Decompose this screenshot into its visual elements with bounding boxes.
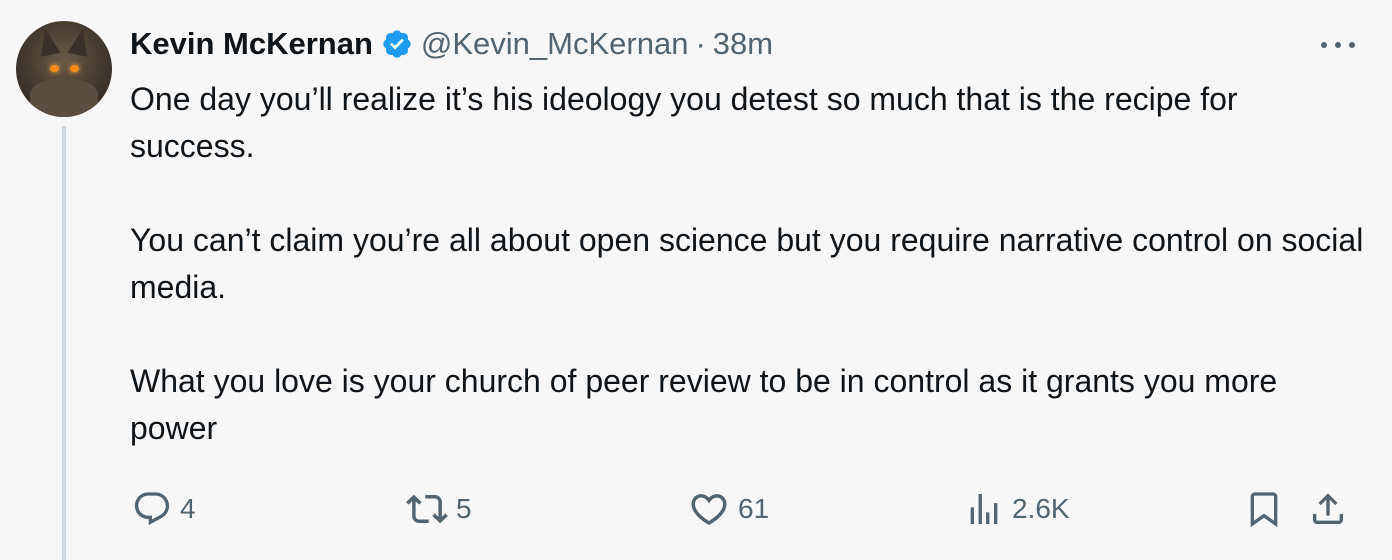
views-count: 2.6K <box>1012 493 1070 524</box>
more-icon[interactable] <box>1316 30 1360 60</box>
verified-badge-icon <box>383 30 411 58</box>
share-button[interactable] <box>1308 484 1348 534</box>
like-count: 61 <box>738 493 770 524</box>
author-name[interactable]: Kevin McKernan <box>130 26 373 62</box>
reply-icon <box>134 492 170 526</box>
tweet-header: Kevin McKernan @Kevin_McKernan · 38m <box>130 24 773 64</box>
repost-icon <box>406 494 448 524</box>
tweet-paragraph: What you love is your church of peer rev… <box>130 363 1278 446</box>
reply-count: 4 <box>180 493 196 524</box>
author-handle[interactable]: @Kevin_McKernan <box>421 26 689 62</box>
reply-button[interactable]: 4 <box>132 484 196 534</box>
like-button[interactable]: 61 <box>688 484 769 534</box>
repost-button[interactable]: 5 <box>406 484 472 534</box>
avatar[interactable] <box>16 21 112 117</box>
tweet-paragraph: One day you’ll realize it’s his ideology… <box>130 81 1238 164</box>
views-button[interactable]: 2.6K <box>964 484 1070 534</box>
tweet-paragraph: You can’t claim you’re all about open sc… <box>130 222 1364 305</box>
share-icon <box>1313 493 1343 524</box>
bookmark-button[interactable] <box>1244 484 1284 534</box>
separator-dot: · <box>695 26 706 61</box>
thread-line <box>62 126 66 560</box>
repost-count: 5 <box>456 493 472 524</box>
views-icon <box>970 494 998 524</box>
action-bar: 4 5 61 2.6K <box>130 484 1370 534</box>
like-icon <box>691 494 727 526</box>
timestamp[interactable]: 38m <box>713 26 773 62</box>
tweet-text: One day you’ll realize it’s his ideology… <box>130 76 1370 452</box>
bookmark-icon <box>1250 492 1278 528</box>
